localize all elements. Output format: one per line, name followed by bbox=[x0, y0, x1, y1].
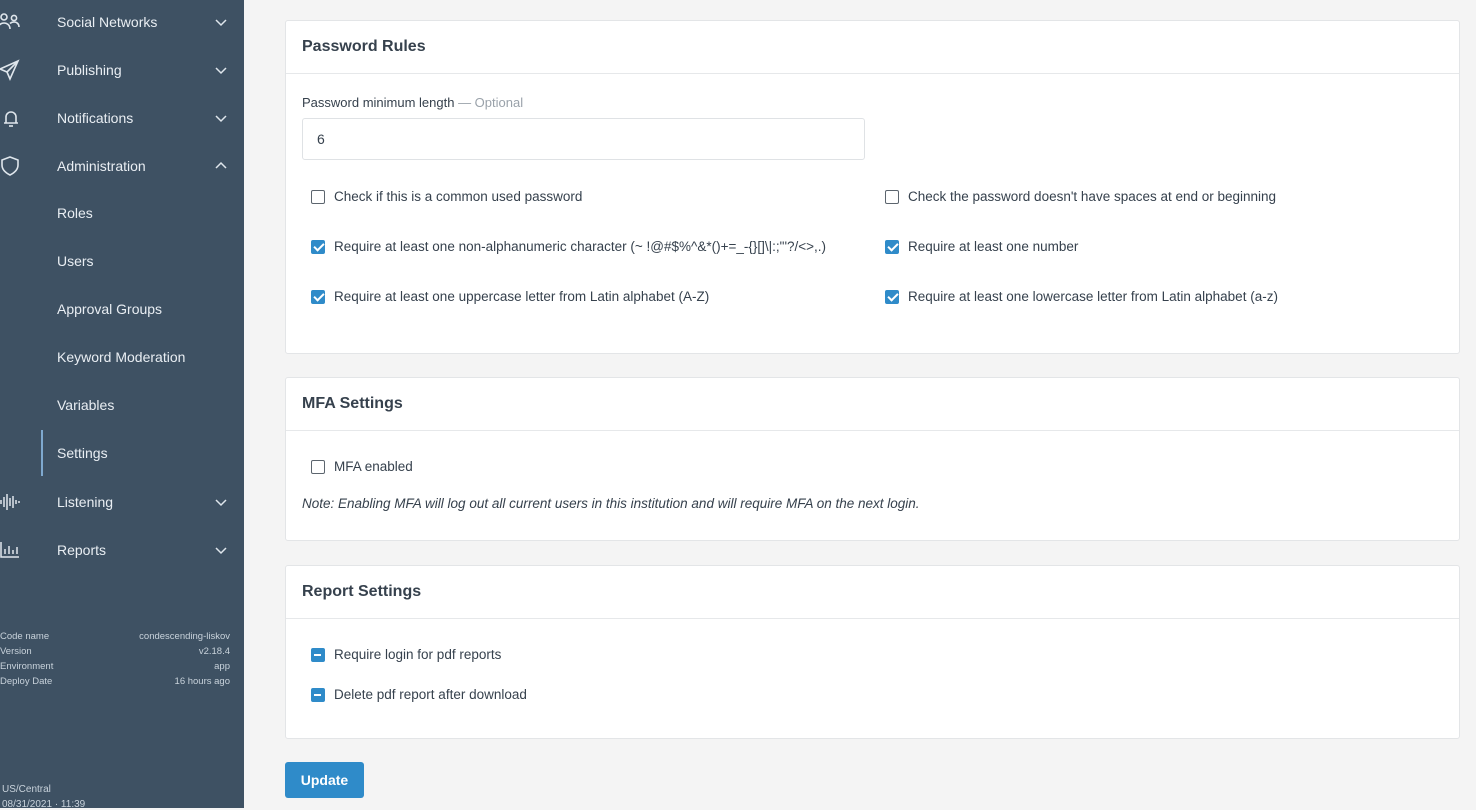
rule-label: Require at least one lowercase letter fr… bbox=[908, 289, 1278, 304]
sidebar-item-administration[interactable]: Administration bbox=[0, 146, 244, 186]
mfa-enabled-option[interactable]: MFA enabled bbox=[311, 459, 413, 474]
rule-label: Check the password doesn't have spaces a… bbox=[908, 189, 1277, 204]
bell-icon bbox=[0, 106, 24, 130]
timezone: US/Central bbox=[2, 784, 51, 795]
bar-chart-icon bbox=[0, 538, 24, 562]
sidebar-item-social-networks[interactable]: Social Networks bbox=[0, 2, 244, 42]
report-settings-card: Report Settings Require login for pdf re… bbox=[285, 565, 1460, 739]
build-info-row: Version v2.18.4 bbox=[0, 644, 230, 659]
min-length-label: Password minimum length — Optional bbox=[302, 95, 523, 110]
require-login-label: Require login for pdf reports bbox=[334, 647, 502, 662]
card-title: MFA Settings bbox=[286, 378, 1459, 431]
password-rules-card: Password Rules Password minimum length —… bbox=[285, 20, 1460, 354]
rule-non-alphanumeric[interactable]: Require at least one non-alphanumeric ch… bbox=[311, 239, 826, 254]
rule-checkbox[interactable] bbox=[311, 239, 325, 254]
paper-plane-icon bbox=[0, 58, 24, 82]
code-name-label: Code name bbox=[0, 631, 50, 642]
rule-lowercase[interactable]: Require at least one lowercase letter fr… bbox=[885, 289, 1278, 304]
users-icon bbox=[0, 10, 24, 34]
require-login-option[interactable]: Require login for pdf reports bbox=[311, 647, 501, 662]
current-datetime: 08/31/2021 · 11:39 bbox=[2, 799, 86, 810]
sidebar-item-notifications[interactable]: Notifications bbox=[0, 98, 244, 138]
chevron-down-icon bbox=[214, 111, 228, 125]
sidebar-item-label: Reports bbox=[57, 542, 107, 558]
sidebar-item-label: Listening bbox=[57, 494, 114, 510]
chevron-down-icon bbox=[214, 543, 228, 557]
sidebar-subitem-label: Variables bbox=[57, 397, 115, 413]
rule-number[interactable]: Require at least one number bbox=[885, 239, 1078, 254]
rule-checkbox[interactable] bbox=[885, 189, 899, 204]
waveform-icon bbox=[0, 490, 24, 514]
code-name-value: condescending-liskov bbox=[139, 631, 230, 642]
rule-common-password[interactable]: Check if this is a common used password bbox=[311, 189, 582, 204]
sidebar-subitem-settings[interactable]: Settings bbox=[0, 430, 244, 476]
sidebar-subitem-approval-groups[interactable]: Approval Groups bbox=[0, 289, 244, 329]
environment-label: Environment bbox=[0, 661, 54, 672]
sidebar-subitem-label: Approval Groups bbox=[57, 301, 163, 317]
active-indicator bbox=[41, 430, 43, 476]
rule-no-spaces[interactable]: Check the password doesn't have spaces a… bbox=[885, 189, 1276, 204]
sidebar-subitem-users[interactable]: Users bbox=[0, 241, 244, 281]
sidebar: Social Networks Publishing Notifications bbox=[0, 0, 244, 810]
rule-checkbox[interactable] bbox=[885, 289, 899, 304]
rule-label: Require at least one non-alphanumeric ch… bbox=[334, 239, 827, 254]
version-label: Version bbox=[0, 646, 32, 657]
mfa-settings-card: MFA Settings MFA enabled Note: Enabling … bbox=[285, 377, 1460, 541]
rule-label: Require at least one uppercase letter fr… bbox=[334, 289, 710, 304]
mfa-note: Note: Enabling MFA will log out all curr… bbox=[302, 496, 920, 511]
build-info-row: Environment app bbox=[0, 659, 230, 674]
require-login-checkbox[interactable] bbox=[311, 647, 325, 662]
environment-value: app bbox=[214, 661, 230, 672]
deploy-date-value: 16 hours ago bbox=[174, 676, 230, 687]
sidebar-item-reports[interactable]: Reports bbox=[0, 530, 244, 570]
sidebar-subitem-roles[interactable]: Roles bbox=[0, 193, 244, 233]
card-title: Password Rules bbox=[286, 21, 1459, 74]
rule-checkbox[interactable] bbox=[311, 189, 325, 204]
sidebar-subitem-label: Users bbox=[57, 253, 94, 269]
sidebar-subitem-keyword-moderation[interactable]: Keyword Moderation bbox=[0, 337, 244, 377]
chevron-up-icon bbox=[214, 159, 228, 173]
rule-checkbox[interactable] bbox=[885, 239, 899, 254]
rule-label: Require at least one number bbox=[908, 239, 1079, 254]
sidebar-subitem-label: Settings bbox=[57, 445, 108, 461]
build-info-row: Deploy Date 16 hours ago bbox=[0, 674, 230, 689]
sidebar-subitem-label: Keyword Moderation bbox=[57, 349, 186, 365]
sidebar-item-listening[interactable]: Listening bbox=[0, 482, 244, 522]
sidebar-item-label: Publishing bbox=[57, 62, 122, 78]
sidebar-item-label: Administration bbox=[57, 158, 146, 174]
rule-label: Check if this is a common used password bbox=[334, 189, 583, 204]
deploy-date-label: Deploy Date bbox=[0, 676, 53, 687]
chevron-down-icon bbox=[214, 63, 228, 77]
delete-after-download-checkbox[interactable] bbox=[311, 687, 325, 702]
rule-uppercase[interactable]: Require at least one uppercase letter fr… bbox=[311, 289, 709, 304]
min-length-input[interactable] bbox=[302, 118, 865, 160]
delete-after-download-label: Delete pdf report after download bbox=[334, 687, 527, 702]
update-button[interactable]: Update bbox=[285, 762, 364, 798]
chevron-down-icon bbox=[214, 495, 228, 509]
sidebar-item-publishing[interactable]: Publishing bbox=[0, 50, 244, 90]
sidebar-subitem-label: Roles bbox=[57, 205, 93, 221]
chevron-down-icon bbox=[214, 15, 228, 29]
mfa-enabled-checkbox[interactable] bbox=[311, 459, 325, 474]
card-title: Report Settings bbox=[286, 566, 1459, 619]
build-info-row: Code name condescending-liskov bbox=[0, 629, 230, 644]
delete-after-download-option[interactable]: Delete pdf report after download bbox=[311, 687, 527, 702]
optional-hint: — Optional bbox=[454, 95, 524, 110]
build-info: Code name condescending-liskov Version v… bbox=[0, 629, 230, 689]
version-value: v2.18.4 bbox=[198, 646, 230, 657]
shield-icon bbox=[0, 154, 24, 178]
sidebar-item-label: Social Networks bbox=[57, 14, 158, 30]
rule-checkbox[interactable] bbox=[311, 289, 325, 304]
sidebar-subitem-variables[interactable]: Variables bbox=[0, 385, 244, 425]
min-length-label-text: Password minimum length bbox=[302, 95, 455, 110]
mfa-enabled-label: MFA enabled bbox=[334, 459, 413, 474]
sidebar-item-label: Notifications bbox=[57, 110, 134, 126]
